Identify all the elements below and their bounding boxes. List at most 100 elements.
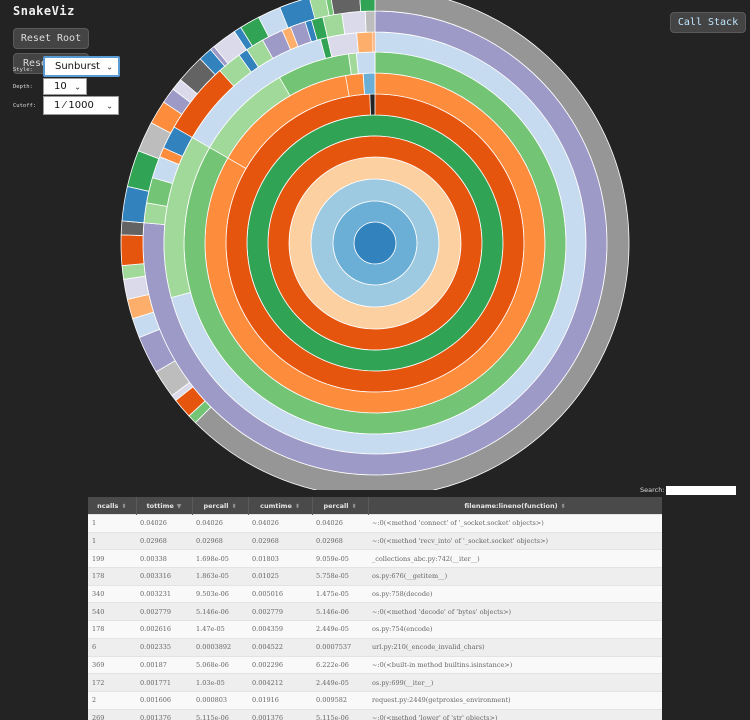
table-cell: 0.01025: [248, 567, 312, 586]
column-header[interactable]: tottime ▼: [136, 497, 193, 515]
sunburst-segment[interactable]: [364, 10, 376, 33]
table-cell: 6.222e-06: [312, 655, 368, 674]
column-header[interactable]: percall ⬍: [312, 497, 369, 515]
column-header[interactable]: percall ⬍: [192, 497, 249, 515]
table-row[interactable]: 6 0.002335 0.0003892 0.004522 0.0007537 url.p…: [88, 637, 662, 656]
table-cell: 0.04026: [192, 514, 248, 533]
table-cell: 178: [88, 620, 136, 639]
table-cell: 0.002779: [248, 602, 312, 621]
table-cell: ~:0(<method 'lower' of 'str' objects>): [368, 708, 662, 720]
table-cell: 0.002296: [248, 655, 312, 674]
table-row[interactable]: 1 0.02968 0.02968 0.02968 0.02968 ~:0(<method…: [88, 531, 662, 550]
column-header[interactable]: cumtime ⬍: [248, 497, 313, 515]
search-input[interactable]: [666, 486, 736, 495]
table-row[interactable]: 540 0.002779 5.146e-06 0.002779 5.146e-06 ~:0…: [88, 602, 662, 621]
table-cell: 540: [88, 602, 136, 621]
table-cell: os.py:758(decode): [368, 584, 662, 603]
table-cell: 0.001376: [136, 708, 192, 720]
table-cell: 199: [88, 549, 136, 568]
table-cell: 0.0007537: [312, 637, 368, 656]
table-cell: 0.01803: [248, 549, 312, 568]
table-cell: 0.00187: [136, 655, 192, 674]
table-row[interactable]: 178 0.002616 1.47e-05 0.004359 2.449e-05 os.p…: [88, 620, 662, 639]
table-cell: 0.004359: [248, 620, 312, 639]
table-cell: 1: [88, 514, 136, 533]
sunburst-segment[interactable]: [356, 31, 374, 54]
sunburst-segment[interactable]: [362, 72, 376, 95]
column-header[interactable]: ncalls ⬍: [88, 497, 137, 515]
sunburst-segment[interactable]: [121, 185, 150, 224]
table-cell: ~:0(<method 'decode' of 'bytes' objects>…: [368, 602, 662, 621]
table-cell: ~:0(<method 'recv_into' of '_socket.sock…: [368, 531, 662, 550]
search-label: Search:: [640, 486, 665, 494]
table-cell: 9.059e-05: [312, 549, 368, 568]
table-cell: 172: [88, 673, 136, 692]
table-row[interactable]: 269 0.001376 5.115e-06 0.001376 5.115e-06 ~:0…: [88, 708, 662, 720]
table-cell: 0.02968: [136, 531, 192, 550]
table-cell: 0.02968: [248, 531, 312, 550]
table-cell: 0.0003892: [192, 637, 248, 656]
table-row[interactable]: 172 0.001771 1.03e-05 0.004212 2.449e-05 os.p…: [88, 673, 662, 692]
sunburst-segment[interactable]: [120, 234, 145, 267]
sunburst-segment[interactable]: [120, 220, 145, 236]
table-cell: 0.004212: [248, 673, 312, 692]
table-row[interactable]: 1 0.04026 0.04026 0.04026 0.04026 ~:0(<method…: [88, 514, 662, 533]
column-header-label: cumtime: [260, 501, 292, 510]
column-header[interactable]: filename:lineno(function) ⬍: [368, 497, 662, 515]
table-cell: 2.449e-05: [312, 673, 368, 692]
table-cell: 1: [88, 531, 136, 550]
table-cell: 269: [88, 708, 136, 720]
sort-icon: ⬍: [560, 502, 566, 510]
sort-icon: ▼: [176, 502, 182, 510]
sort-icon: ⬍: [294, 502, 300, 510]
table-cell: 0.003231: [136, 584, 192, 603]
table-cell: 5.146e-06: [312, 602, 368, 621]
sunburst-segment[interactable]: [372, 31, 376, 53]
table-cell: os.py:676(__getitem__): [368, 567, 662, 586]
table-cell: 2: [88, 690, 136, 710]
sunburst-chart[interactable]: [0, 0, 750, 490]
column-header-label: tottime: [146, 501, 174, 510]
table-cell: 0.000803: [192, 690, 248, 710]
table-cell: os.py:754(encode): [368, 620, 662, 639]
table-cell: 5.115e-06: [312, 708, 368, 720]
table-cell: 369: [88, 655, 136, 674]
sunburst-segment[interactable]: [355, 51, 376, 75]
table-cell: 2.449e-05: [312, 620, 368, 639]
table-cell: 1.475e-05: [312, 584, 368, 603]
table-cell: 0.04026: [136, 514, 192, 533]
table-cell: 0.02968: [312, 531, 368, 550]
table-cell: 178: [88, 567, 136, 586]
sunburst-segment[interactable]: [341, 10, 367, 35]
sunburst-segment[interactable]: [121, 263, 146, 280]
table-cell: ~:0(<method 'connect' of '_socket.socket…: [368, 514, 662, 533]
table-cell: 5.758e-05: [312, 567, 368, 586]
table-cell: 1.47e-05: [192, 620, 248, 639]
table-cell: 0.003316: [136, 567, 192, 586]
table-cell: 0.04026: [248, 514, 312, 533]
table-cell: 0.01916: [248, 690, 312, 710]
table-cell: 1.698e-05: [192, 549, 248, 568]
stats-table: ncalls ⬍ tottime ▼ percall ⬍ cumtime ⬍ percall ⬍ f…: [88, 497, 662, 720]
table-cell: 0.001376: [248, 708, 312, 720]
table-cell: 5.068e-06: [192, 655, 248, 674]
table-cell: 0.04026: [312, 514, 368, 533]
table-cell: 0.001771: [136, 673, 192, 692]
table-cell: 0.005016: [248, 584, 312, 603]
sort-icon: ⬍: [231, 502, 237, 510]
table-cell: 0.002335: [136, 637, 192, 656]
sunburst-segment[interactable]: [359, 0, 376, 12]
table-cell: request.py:2449(getproxies_environment): [368, 690, 662, 710]
table-cell: 0.02968: [192, 531, 248, 550]
column-header-label: percall: [203, 501, 229, 510]
table-cell: 0.002616: [136, 620, 192, 639]
table-row[interactable]: 340 0.003231 9.503e-06 0.005016 1.475e-05 os.…: [88, 584, 662, 603]
table-row[interactable]: 178 0.003316 1.863e-05 0.01025 5.758e-05 os.p…: [88, 567, 662, 586]
table-row[interactable]: 199 0.00338 1.698e-05 0.01803 9.059e-05 _coll…: [88, 549, 662, 568]
table-row[interactable]: 369 0.00187 5.068e-06 0.002296 6.222e-06 ~:0(…: [88, 655, 662, 674]
table-cell: 5.115e-06: [192, 708, 248, 720]
table-cell: 0.00338: [136, 549, 192, 568]
stats-table-container: ncalls ⬍ tottime ▼ percall ⬍ cumtime ⬍ percall ⬍ f…: [88, 497, 662, 720]
table-cell: _collections_abc.py:742(__iter__): [368, 549, 662, 568]
table-row[interactable]: 2 0.001606 0.000803 0.01916 0.009582 request.…: [88, 690, 662, 710]
